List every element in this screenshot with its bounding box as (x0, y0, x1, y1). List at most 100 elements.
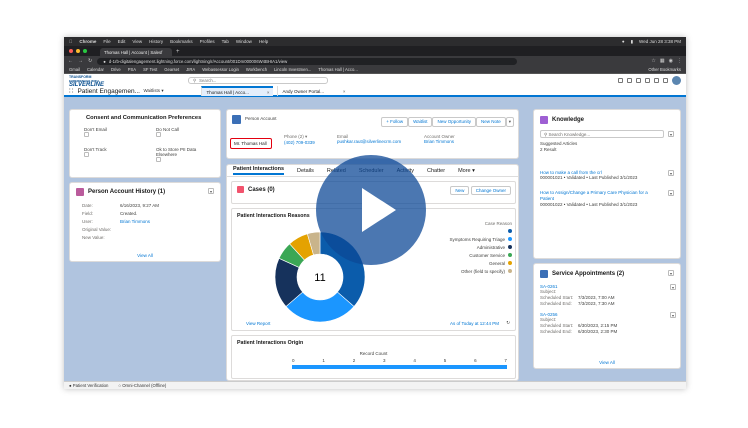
close-tab-icon[interactable]: × (343, 89, 346, 94)
kebab-icon[interactable]: ⋮ (677, 58, 682, 64)
do-not-call-checkbox[interactable] (156, 132, 161, 137)
apple-icon[interactable]:  (69, 39, 72, 44)
bookmark-item[interactable]: Lincoln Investmen... (274, 67, 311, 72)
dont-track-checkbox[interactable] (84, 152, 89, 157)
menu-profiles[interactable]: Profiles (200, 39, 215, 44)
knowledge-menu-icon[interactable]: ▾ (668, 131, 674, 137)
change-owner-button[interactable]: Change Owner (470, 186, 511, 195)
reload-icon[interactable]: ↻ (88, 58, 92, 64)
menu-view[interactable]: View (132, 39, 142, 44)
close-window-icon[interactable] (69, 49, 73, 53)
favorites-icon[interactable] (618, 78, 623, 83)
bookmark-item[interactable]: Drive (111, 67, 121, 72)
new-opportunity-button[interactable]: New Opportunity (432, 117, 476, 127)
legend-entry[interactable]: Customer Service (432, 253, 512, 258)
phone-value[interactable]: (402) 709-0339 (284, 140, 315, 145)
history-view-all[interactable]: View All (70, 253, 220, 258)
article-1-menu-icon[interactable]: ▾ (668, 170, 674, 176)
new-tab-icon[interactable]: + (176, 48, 180, 56)
menu-window[interactable]: Window (236, 39, 252, 44)
trailhead-icon[interactable] (636, 78, 641, 83)
close-tab-icon[interactable]: × (267, 90, 270, 95)
other-bookmarks[interactable]: Other Bookmarks (648, 67, 681, 72)
window-controls (69, 49, 87, 53)
workspace-tab-andy-owner[interactable]: Andy Owner Portal... × (277, 86, 349, 96)
bookmark-item[interactable]: JIRA (186, 67, 195, 72)
article-2-title[interactable]: How to Assign/Change a Primary Care Phys… (540, 190, 662, 202)
battery-icon[interactable]: ▮ (631, 39, 633, 45)
legend-entry[interactable] (432, 229, 512, 234)
back-icon[interactable]: ← (68, 58, 73, 64)
forward-icon[interactable]: → (78, 58, 83, 64)
appointment-menu-icon[interactable]: ▾ (670, 284, 676, 290)
menu-file[interactable]: File (103, 39, 110, 44)
cases-title: Cases (0) (248, 186, 275, 193)
view-report-link[interactable]: View Report (246, 321, 270, 326)
legend-entry[interactable]: Other (field to specify) (432, 269, 512, 274)
bookmark-item[interactable]: Calendar (87, 67, 104, 72)
tab-more[interactable]: More ▾ (458, 168, 475, 174)
minimize-window-icon[interactable] (76, 49, 80, 53)
bookmark-item[interactable]: SF Test (143, 67, 157, 72)
legend-entry[interactable]: Administrative (432, 245, 512, 250)
origin-bar[interactable] (292, 365, 507, 369)
history-row: Date: 6/16/2023, 9:27 AM (82, 203, 160, 208)
app-launcher-icon[interactable]: ∷ (69, 87, 73, 95)
wifi-icon[interactable]: ● (622, 39, 625, 45)
menu-tab[interactable]: Tab (222, 39, 229, 44)
menu-bookmarks[interactable]: Bookmarks (170, 39, 193, 44)
workspace-tab-thomas-hall[interactable]: Thomas Hall | Acco... × (201, 86, 274, 96)
legend-entry[interactable]: General (432, 261, 512, 266)
refresh-icon[interactable]: ↻ (506, 320, 510, 326)
owner-value[interactable]: Brian Timmons (424, 139, 455, 144)
tab-patient-interactions[interactable]: Patient Interactions (233, 166, 285, 175)
menu-chrome[interactable]: Chrome (79, 39, 96, 44)
legend-entry[interactable]: Symptoms Requiring Triage (432, 237, 512, 242)
more-actions-icon[interactable]: ▾ (505, 117, 514, 127)
clock[interactable]: Wed Jun 28 3:38 PM (639, 39, 681, 45)
profile-icon[interactable]: ◉ (669, 58, 673, 64)
gear-icon[interactable] (654, 78, 659, 83)
url-field[interactable]: ● d-1rb-digitalengagement.lightning.forc… (97, 57, 518, 65)
email-value[interactable]: pushkar.raut@silverlinecrm.com (337, 139, 401, 144)
knowledge-search-input[interactable]: ⚲ Search Knowledge... (540, 130, 664, 138)
omni-channel-item[interactable]: ○ Omni-Channel (Offline) (118, 383, 166, 388)
owner-field: Account Owner Brian Timmons (424, 134, 455, 144)
follow-button[interactable]: + Follow (381, 117, 409, 127)
bookmark-item[interactable]: Thomas Hall | Acco... (318, 67, 358, 72)
browser-tab[interactable]: Thomas Hall | Account | Salesf (100, 48, 172, 56)
patient-verification-item[interactable]: ● Patient Verification (69, 383, 108, 388)
dont-email-checkbox[interactable] (84, 132, 89, 137)
tab-details[interactable]: Details (297, 168, 314, 174)
ok-store-pii-checkbox[interactable] (156, 157, 161, 162)
menu-help[interactable]: Help (259, 39, 268, 44)
bookmark-item[interactable]: PSA (128, 67, 136, 72)
article-2-menu-icon[interactable]: ▾ (668, 190, 674, 196)
bookmark-item[interactable]: Workbench (246, 67, 267, 72)
new-case-button[interactable]: New (450, 186, 470, 195)
bookmark-item[interactable]: Webassessor Login (202, 67, 239, 72)
new-note-button[interactable]: New Note (475, 117, 506, 127)
bookmark-item[interactable]: Gearset (164, 67, 179, 72)
history-menu-icon[interactable]: ▾ (208, 188, 214, 194)
star-icon[interactable]: ☆ (651, 58, 655, 64)
add-icon[interactable] (627, 78, 632, 83)
avatar[interactable] (672, 76, 681, 85)
account-name: Mr. Thomas Hall (234, 141, 267, 146)
waitlist-button[interactable]: Waitlist (408, 117, 433, 127)
zoom-window-icon[interactable] (83, 49, 87, 53)
tab-chatter[interactable]: Chatter (427, 168, 445, 174)
appointments-menu-icon[interactable]: ▾ (668, 270, 674, 276)
global-search[interactable]: ⚲ Search... (188, 77, 329, 84)
company-logo[interactable]: TRANSFORM EXPERIENCES WITH SILVERLINE (69, 75, 104, 88)
menu-edit[interactable]: Edit (118, 39, 126, 44)
menu-history[interactable]: History (149, 39, 163, 44)
bookmark-item[interactable]: Gmail (69, 67, 80, 72)
bell-icon[interactable] (663, 78, 668, 83)
appointments-view-all[interactable]: View All (534, 360, 680, 365)
video-play-button[interactable] (316, 155, 426, 265)
puzzle-icon[interactable]: ▦ (660, 58, 665, 64)
appointment-menu-icon[interactable]: ▾ (670, 312, 676, 318)
nav-item-waitlists[interactable]: Waitlists ▾ (143, 88, 197, 94)
help-icon[interactable] (645, 78, 650, 83)
